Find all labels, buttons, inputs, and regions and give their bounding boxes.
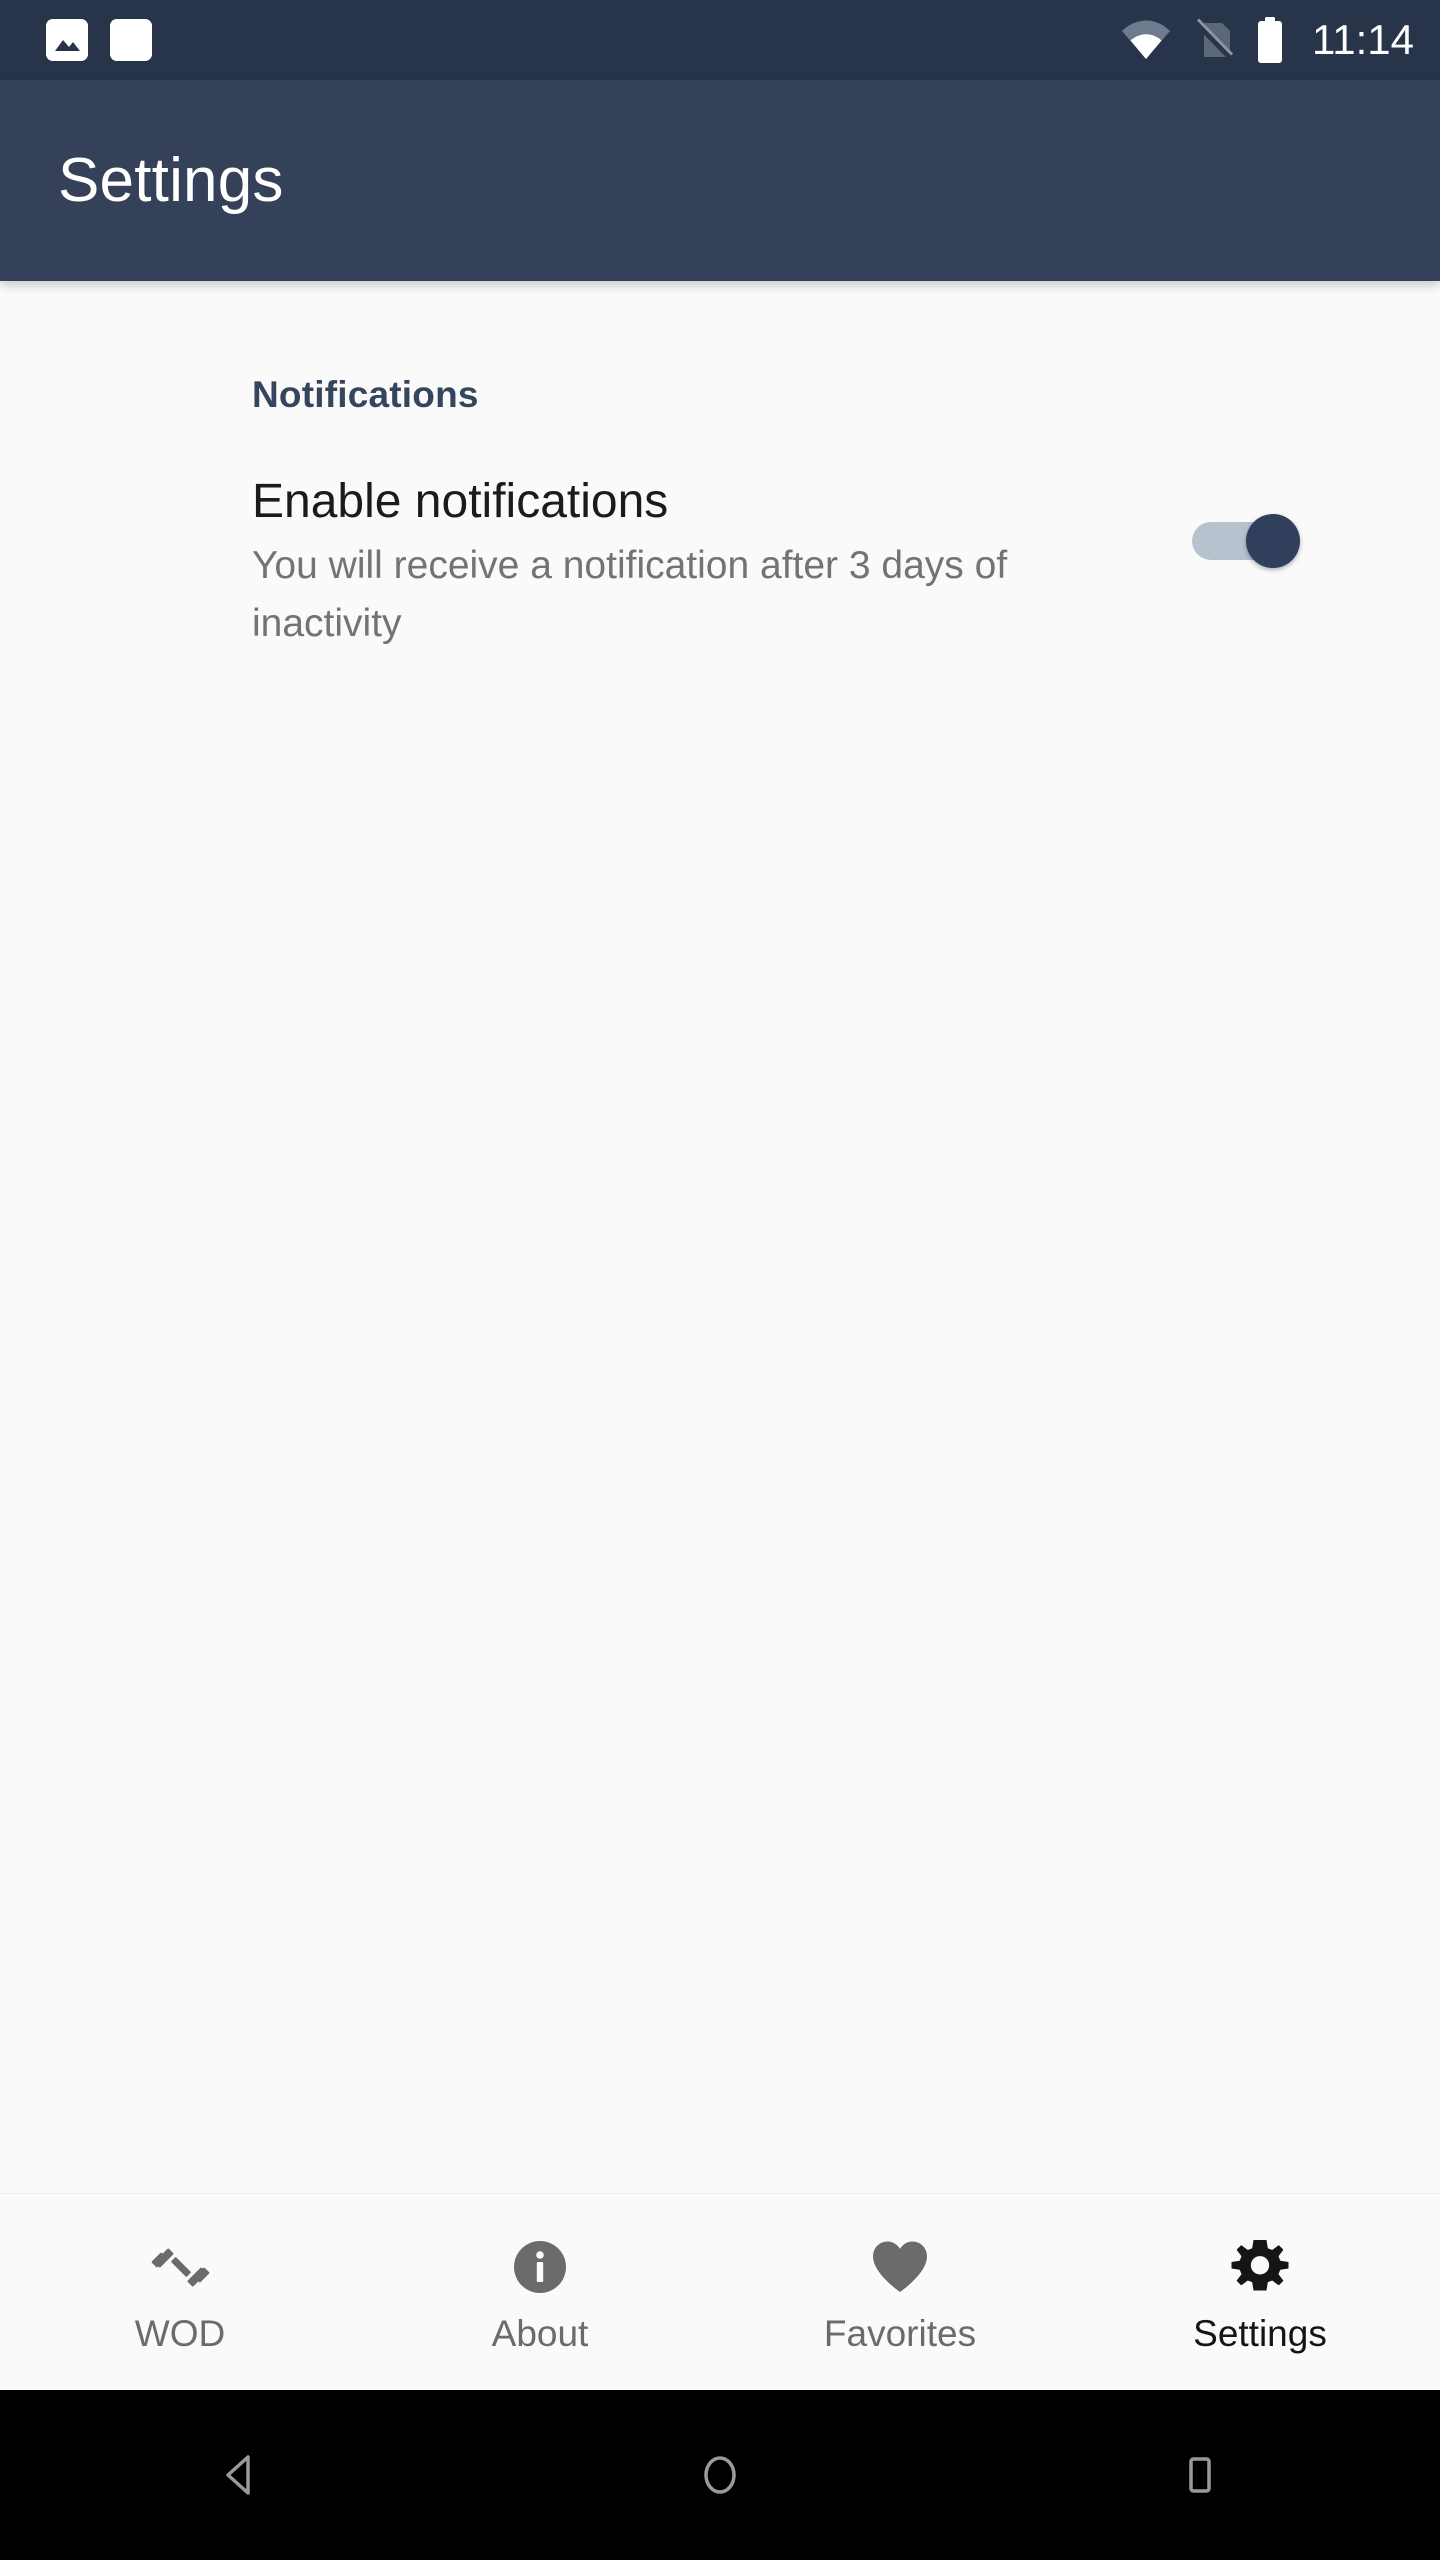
heart-icon <box>870 2236 930 2298</box>
nav-tab-label: Favorites <box>823 2313 977 2354</box>
nav-tab-favorites[interactable]: Favorites <box>720 2194 1080 2390</box>
page-title: Settings <box>58 145 284 215</box>
app-bar: Settings <box>0 80 1440 281</box>
nav-tab-wod[interactable]: WOD <box>0 2194 360 2390</box>
status-bar-notification-icons <box>46 19 152 61</box>
nav-tab-label: About <box>491 2313 589 2354</box>
battery-icon <box>1256 17 1284 63</box>
wifi-icon <box>1120 19 1172 61</box>
nav-tab-settings[interactable]: Settings <box>1080 2194 1440 2390</box>
settings-content: Notifications Enable notifications You w… <box>0 281 1440 2193</box>
home-button[interactable] <box>480 2449 960 2501</box>
preference-title: Enable notifications <box>252 475 669 528</box>
nav-tab-label: WOD <box>134 2313 226 2354</box>
nav-tab-about[interactable]: About <box>360 2194 720 2390</box>
no-sim-icon <box>1192 18 1236 62</box>
image-icon <box>46 19 88 61</box>
switch-thumb <box>1246 514 1300 568</box>
preference-control <box>1192 474 1302 568</box>
status-bar-system-icons: 11:14 <box>1120 17 1414 63</box>
preference-summary: You will receive a notification after 3 … <box>252 544 1008 645</box>
bottom-navigation-bar: WOD About Favorites Settings <box>0 2193 1440 2390</box>
preference-text-block: Enable notifications You will receive a … <box>252 474 1192 653</box>
android-navigation-bar <box>0 2390 1440 2560</box>
enable-notifications-switch[interactable] <box>1192 514 1302 568</box>
status-bar-clock: 11:14 <box>1312 16 1414 63</box>
info-circle-icon <box>511 2236 569 2298</box>
phone-screen: 11:14 Settings Notifications Enable noti… <box>0 0 1440 2560</box>
nav-tab-label: Settings <box>1193 2313 1327 2354</box>
blank-app-icon <box>110 19 152 61</box>
dumbbell-icon <box>149 2236 211 2298</box>
preference-row-enable-notifications[interactable]: Enable notifications You will receive a … <box>0 416 1440 653</box>
status-bar: 11:14 <box>0 0 1440 80</box>
recents-button[interactable] <box>960 2449 1440 2501</box>
back-button[interactable] <box>0 2449 480 2501</box>
gear-icon <box>1230 2236 1290 2298</box>
section-header-notifications: Notifications <box>252 374 479 415</box>
